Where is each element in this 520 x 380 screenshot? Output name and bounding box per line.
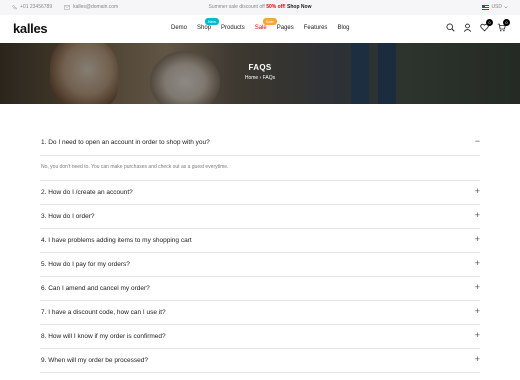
top-bar: +01 23456789 kalles@domain.com Summer sa… bbox=[0, 0, 520, 15]
shop-now-link[interactable]: Shop Now bbox=[287, 4, 311, 10]
nav-label: Sale bbox=[254, 25, 267, 31]
nav-label: Features bbox=[303, 25, 328, 31]
expand-icon[interactable]: + bbox=[475, 283, 480, 292]
nav-item-shop[interactable]: New Shop bbox=[197, 18, 220, 31]
chevron-down-icon bbox=[504, 5, 508, 8]
collapse-icon[interactable]: − bbox=[475, 137, 480, 146]
breadcrumb-current: FAQs bbox=[262, 75, 276, 81]
faq-question[interactable]: 4. I have problems adding items to my sh… bbox=[40, 229, 480, 253]
hero-overlay bbox=[0, 43, 520, 104]
expand-icon[interactable]: + bbox=[475, 235, 480, 244]
page-hero: FAQS Home › FAQs bbox=[0, 43, 520, 104]
faq-question-text: 9. When will my order be processed? bbox=[41, 357, 148, 364]
faq-question-text: 4. I have problems adding items to my sh… bbox=[41, 237, 192, 244]
faq-question-text: 3. How do I order? bbox=[41, 213, 95, 220]
faq-question-open[interactable]: 1. Do I need to open an account in order… bbox=[40, 130, 480, 156]
nav-label: Products bbox=[221, 25, 245, 31]
nav-item-pages[interactable]: Pages bbox=[277, 25, 294, 31]
faq-question[interactable]: 6. Can I amend and cancel my order? + bbox=[40, 277, 480, 301]
currency-selector[interactable]: USD bbox=[482, 4, 508, 10]
us-flag-icon bbox=[482, 4, 490, 10]
breadcrumb: Home › FAQs bbox=[0, 75, 520, 81]
faq-question[interactable]: 2. How do I /create an account? + bbox=[40, 181, 480, 205]
expand-icon[interactable]: + bbox=[475, 211, 480, 220]
faq-answer: No, you don't need to. You can make purc… bbox=[40, 156, 480, 181]
currency-label: USD bbox=[491, 4, 502, 10]
expand-icon[interactable]: + bbox=[475, 355, 480, 364]
main-header: kalles Demo New Shop Products Sale Sale Pa… bbox=[0, 15, 520, 43]
faq-question-text: 5. How do I pay for my orders? bbox=[41, 261, 130, 268]
nav-label: Blog bbox=[337, 25, 350, 31]
nav-item-sale[interactable]: Sale Sale bbox=[254, 18, 277, 31]
nav-label: Demo bbox=[171, 25, 188, 31]
faq-question[interactable]: 9. When will my order be processed? + bbox=[40, 349, 480, 373]
wishlist-button[interactable]: 0 bbox=[480, 19, 493, 32]
nav-item-demo[interactable]: Demo bbox=[171, 25, 187, 31]
breadcrumb-home[interactable]: Home bbox=[245, 75, 258, 81]
sale-badge: Sale bbox=[262, 18, 277, 25]
faq-question-text: 7. I have a discount code, how can I use… bbox=[41, 309, 166, 316]
nav-item-blog[interactable]: Blog bbox=[337, 25, 349, 31]
faq-question[interactable]: 8. How will I know if my order is confir… bbox=[40, 325, 480, 349]
faq-question[interactable]: 7. I have a discount code, how can I use… bbox=[40, 301, 480, 325]
search-icon[interactable] bbox=[446, 23, 455, 32]
user-icon[interactable] bbox=[463, 23, 472, 32]
nav-label: Shop bbox=[197, 25, 212, 31]
faq-question-text: 1. Do I need to open an account in order… bbox=[41, 139, 210, 146]
faq-accordion: 1. Do I need to open an account in order… bbox=[40, 130, 480, 373]
faq-question-text: 8. How will I know if my order is confir… bbox=[41, 333, 166, 340]
faq-question-text: 2. How do I /create an account? bbox=[41, 189, 133, 196]
expand-icon[interactable]: + bbox=[475, 187, 480, 196]
promo-highlight: 50% off! bbox=[266, 4, 286, 10]
expand-icon[interactable]: + bbox=[475, 307, 480, 316]
cart-count: 0 bbox=[503, 19, 510, 26]
faq-question-text: 6. Can I amend and cancel my order? bbox=[41, 285, 150, 292]
expand-icon[interactable]: + bbox=[475, 259, 480, 268]
expand-icon[interactable]: + bbox=[475, 331, 480, 340]
nav-item-features[interactable]: Features bbox=[304, 25, 328, 31]
nav-item-products[interactable]: Products bbox=[221, 25, 245, 31]
faq-question[interactable]: 3. How do I order? + bbox=[40, 205, 480, 229]
page-title: FAQS bbox=[248, 63, 272, 72]
main-nav: Demo New Shop Products Sale Sale Pages Fea… bbox=[171, 18, 359, 31]
cart-button[interactable]: 0 bbox=[497, 19, 510, 32]
header-icons: 0 0 bbox=[446, 19, 510, 32]
wishlist-count: 0 bbox=[486, 19, 493, 26]
promo-banner: Summer sale discount off 50% off! Shop N… bbox=[0, 4, 520, 10]
promo-text: Summer sale discount off bbox=[208, 4, 265, 10]
faq-question[interactable]: 5. How do I pay for my orders? + bbox=[40, 253, 480, 277]
nav-label: Pages bbox=[276, 25, 294, 31]
logo[interactable]: kalles bbox=[13, 21, 48, 36]
new-badge: New bbox=[205, 18, 220, 25]
